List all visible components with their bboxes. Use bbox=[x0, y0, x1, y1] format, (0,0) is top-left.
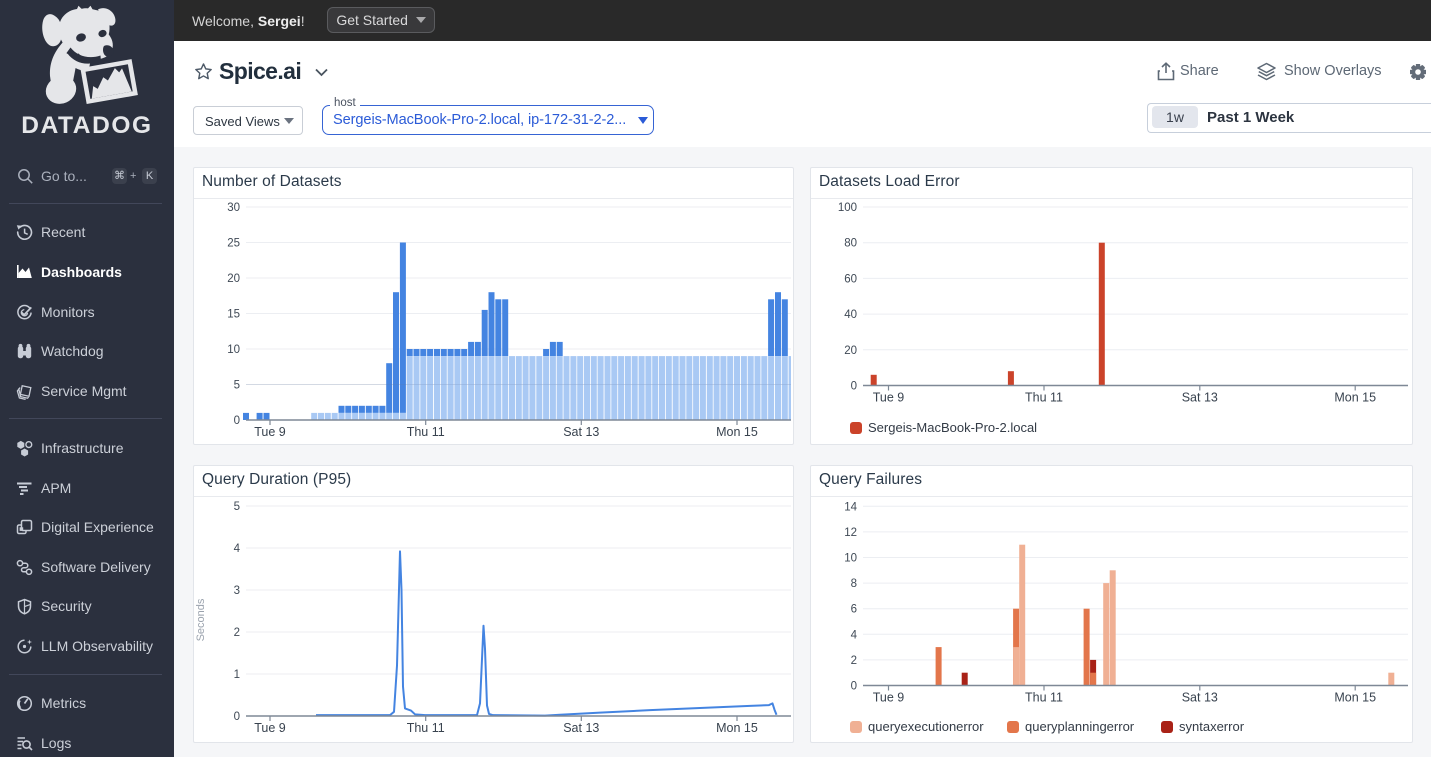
svg-text:5: 5 bbox=[234, 380, 240, 392]
svg-text:40: 40 bbox=[844, 309, 857, 321]
svg-text:0: 0 bbox=[234, 711, 240, 723]
svg-text:10: 10 bbox=[844, 553, 857, 565]
svg-text:0: 0 bbox=[851, 381, 857, 393]
svg-text:20: 20 bbox=[227, 273, 240, 285]
svg-text:Mon 15: Mon 15 bbox=[1334, 691, 1376, 705]
svg-text:Tue 9: Tue 9 bbox=[254, 425, 286, 439]
svg-text:30: 30 bbox=[227, 202, 240, 214]
svg-text:4: 4 bbox=[234, 543, 241, 555]
svg-text:Sergeis-MacBook-Pro-2.local: Sergeis-MacBook-Pro-2.local bbox=[868, 420, 1037, 435]
svg-text:25: 25 bbox=[227, 238, 240, 250]
svg-text:Mon 15: Mon 15 bbox=[716, 721, 758, 735]
svg-text:1: 1 bbox=[234, 669, 240, 681]
svg-text:Thu 11: Thu 11 bbox=[407, 425, 445, 439]
svg-text:Tue 9: Tue 9 bbox=[873, 391, 905, 405]
svg-text:Mon 15: Mon 15 bbox=[1334, 391, 1376, 405]
svg-text:0: 0 bbox=[851, 681, 857, 693]
svg-text:8: 8 bbox=[851, 578, 857, 590]
svg-text:60: 60 bbox=[844, 273, 857, 285]
svg-text:Thu 11: Thu 11 bbox=[1025, 691, 1063, 705]
svg-text:4: 4 bbox=[851, 629, 858, 641]
svg-text:5: 5 bbox=[234, 501, 240, 513]
svg-text:3: 3 bbox=[234, 585, 240, 597]
svg-text:Sat 13: Sat 13 bbox=[1182, 691, 1218, 705]
svg-text:syntaxerror: syntaxerror bbox=[1179, 719, 1245, 734]
svg-text:100: 100 bbox=[838, 202, 857, 214]
svg-text:queryexecutionerror: queryexecutionerror bbox=[868, 719, 984, 734]
svg-text:Thu 11: Thu 11 bbox=[407, 721, 445, 735]
svg-text:Sat 13: Sat 13 bbox=[563, 425, 599, 439]
svg-text:2: 2 bbox=[851, 655, 857, 667]
svg-text:Tue 9: Tue 9 bbox=[254, 721, 286, 735]
svg-text:20: 20 bbox=[844, 345, 857, 357]
svg-text:Tue 9: Tue 9 bbox=[873, 691, 905, 705]
svg-text:Thu 11: Thu 11 bbox=[1025, 391, 1063, 405]
svg-text:Sat 13: Sat 13 bbox=[563, 721, 599, 735]
svg-text:Mon 15: Mon 15 bbox=[716, 425, 758, 439]
svg-text:15: 15 bbox=[227, 309, 240, 321]
svg-text:14: 14 bbox=[844, 501, 857, 513]
svg-text:6: 6 bbox=[851, 604, 857, 616]
svg-text:12: 12 bbox=[844, 527, 857, 539]
svg-text:2: 2 bbox=[234, 627, 240, 639]
svg-text:80: 80 bbox=[844, 238, 857, 250]
svg-text:Seconds: Seconds bbox=[195, 598, 207, 641]
svg-text:10: 10 bbox=[227, 344, 240, 356]
svg-text:0: 0 bbox=[234, 415, 240, 427]
svg-text:queryplanningerror: queryplanningerror bbox=[1025, 719, 1135, 734]
svg-text:Sat 13: Sat 13 bbox=[1182, 391, 1218, 405]
